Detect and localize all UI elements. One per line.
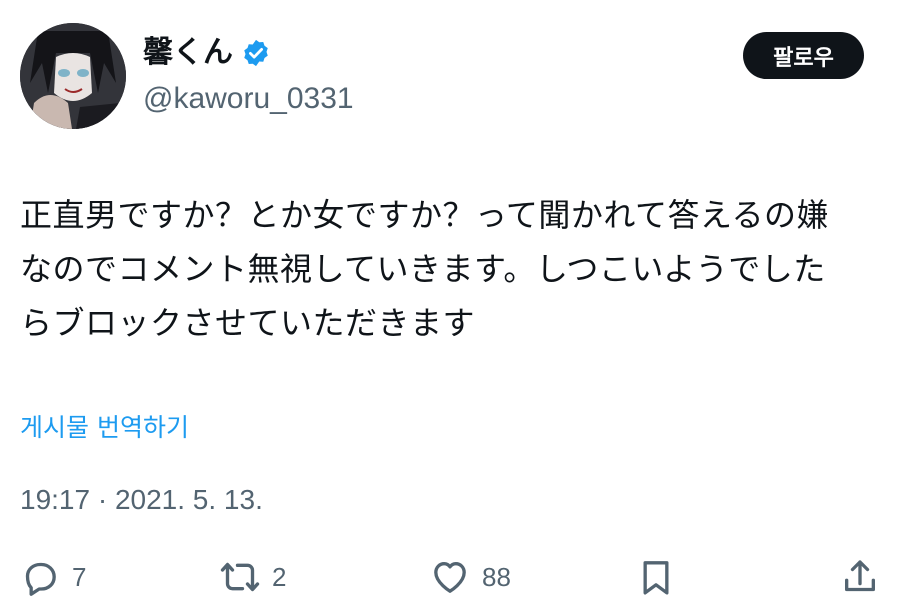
like-count: 88 [482,561,511,592]
translate-post-link[interactable]: 게시물 번역하기 [20,410,189,446]
verified-badge-icon [241,38,271,68]
display-name[interactable]: 馨くん [143,34,271,72]
share-icon [845,560,875,592]
follow-button[interactable]: 팔로우 [743,32,864,79]
like-button[interactable]: 88 [430,555,511,599]
retweet-button[interactable]: 2 [220,555,286,599]
user-handle[interactable]: @kaworu_0331 [143,80,354,118]
heart-icon [434,562,466,593]
timestamp[interactable]: 19:17 · 2021. 5. 13. [20,480,263,520]
reply-count: 7 [72,561,87,592]
share-button[interactable] [840,555,880,599]
tweet-text: 正直男ですか？とか女ですか？って聞かれて答えるの嫌 なのでコメント無視していきま… [20,188,890,350]
tweet-text-line: らブロックさせていただきます [20,304,476,342]
retweet-icon [220,562,260,592]
bookmark-button[interactable] [636,555,676,599]
tweet-text-line: 正直男ですか？とか女ですか？って聞かれて答えるの嫌 [20,196,829,234]
display-name-text: 馨くん [143,35,233,70]
reply-icon [25,562,56,596]
reply-button[interactable]: 7 [20,555,86,599]
bookmark-icon [643,561,669,595]
retweet-count: 2 [272,561,287,592]
tweet-text-line: なのでコメント無視していきます。しつこいようでした [20,250,826,288]
avatar[interactable] [20,23,126,129]
